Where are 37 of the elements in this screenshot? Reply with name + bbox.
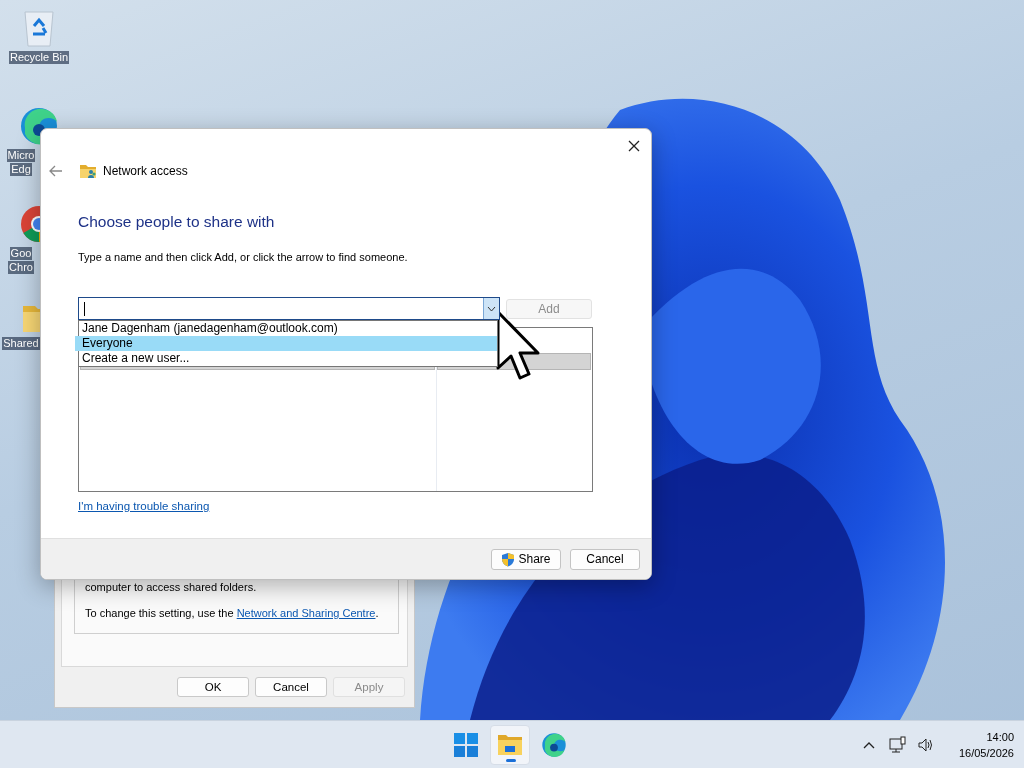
dialog-button[interactable]: Share xyxy=(491,548,561,570)
close-icon xyxy=(628,140,640,152)
desktop-icon-label: Edg xyxy=(10,163,32,176)
desktop-icon-label: Chro xyxy=(8,261,34,274)
recycle-bin-icon[interactable] xyxy=(21,8,57,48)
folder-icon xyxy=(497,733,523,756)
instruction-text: Type a name and then click Add, or click the arrow to find someone. xyxy=(78,251,409,263)
taskbar-app-button[interactable] xyxy=(490,724,530,765)
desktop-icon-label: Shared xyxy=(2,337,40,350)
dropdown-arrow-button[interactable] xyxy=(483,298,499,319)
clock[interactable]: 14:00 16/05/2026 xyxy=(958,728,1014,761)
edge-icon xyxy=(541,731,567,758)
shared-folder-icon xyxy=(79,163,97,179)
back-arrow-icon[interactable] xyxy=(49,165,63,177)
dialog-button[interactable]: Cancel xyxy=(255,677,327,697)
desktop-icon-label: Goo xyxy=(9,247,33,260)
window-title: Network access xyxy=(103,164,188,178)
chevron-down-icon xyxy=(487,305,496,312)
dialog-heading: Choose people to share with xyxy=(78,213,276,231)
dialog-button[interactable]: Cancel xyxy=(570,548,640,570)
chevron-up-icon xyxy=(862,740,875,749)
info-text: computer to access shared folders. xyxy=(85,581,258,593)
setting-sentence: To change this setting, use the Network and Sharing Centre. xyxy=(85,607,380,619)
desktop-icon-label: Recycle Bin xyxy=(8,51,70,64)
clock-time: 14:00 xyxy=(986,729,1014,745)
wired-network-icon[interactable] xyxy=(888,735,907,754)
speaker-icon[interactable] xyxy=(916,736,935,753)
desktop-icon-label: Micro xyxy=(6,149,36,162)
dropdown-option[interactable]: Jane Dagenham (janedagenham@outlook.com) xyxy=(79,321,497,336)
clock-date: 16/05/2026 xyxy=(958,745,1014,761)
dropdown-option[interactable]: Create a new user... xyxy=(79,351,497,366)
windows-start-icon xyxy=(454,732,478,757)
dropdown-option[interactable]: Everyone xyxy=(75,336,497,351)
name-combo-box[interactable] xyxy=(78,297,500,320)
dialog-button[interactable]: OK xyxy=(177,677,249,697)
trouble-sharing-link[interactable]: I'm having trouble sharing xyxy=(78,500,210,512)
shield-icon xyxy=(501,551,516,567)
